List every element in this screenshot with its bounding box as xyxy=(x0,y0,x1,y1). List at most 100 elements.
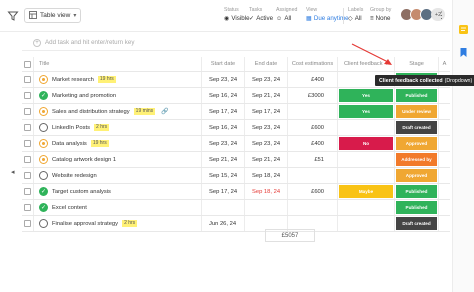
table-row[interactable]: Website redesign Sep 15, 24 Sep 18, 24 Appr… xyxy=(22,168,450,184)
stage-pill: Draft created xyxy=(396,217,437,230)
start-date: Sep 16, 24 xyxy=(209,92,238,99)
task-title[interactable]: Marketing and promotion xyxy=(52,93,116,99)
status-todo-icon[interactable] xyxy=(39,219,48,228)
table-row[interactable]: ✓ Marketing and promotion Sep 16, 24 Sep 21… xyxy=(22,88,450,104)
more-options-icon[interactable]: ⋮ xyxy=(437,10,446,21)
toolbar: Table view ▾ Status ◉ Visible Tasks ✓ Acti… xyxy=(0,0,450,32)
tasks-filter-value: Active xyxy=(256,15,274,22)
status-done-icon[interactable]: ✓ xyxy=(39,187,48,196)
notes-icon[interactable] xyxy=(458,24,469,35)
cost-value: £600 xyxy=(311,124,324,131)
stage-pill: Approved xyxy=(396,169,437,182)
start-date: Sep 16, 24 xyxy=(209,124,238,131)
table-row[interactable]: Finalise approval strategy 2 hrs Jun 26, 2… xyxy=(22,216,450,232)
time-badge: 2 hrs xyxy=(94,124,110,131)
task-title[interactable]: Target custom analysis xyxy=(52,189,111,195)
status-done-icon[interactable]: ✓ xyxy=(39,203,48,212)
check-icon: ✓ xyxy=(249,15,255,22)
row-checkbox[interactable] xyxy=(24,140,31,147)
table-row[interactable]: Sales and distribution strategy 19 mins 🔗 S… xyxy=(22,104,450,120)
end-date: Sep 18, 24 xyxy=(252,172,281,179)
row-checkbox[interactable] xyxy=(24,156,31,163)
cost-value: £51 xyxy=(314,156,324,163)
row-checkbox[interactable] xyxy=(24,204,31,211)
right-rail xyxy=(452,0,474,292)
status-progress-icon[interactable] xyxy=(39,75,48,84)
stage-pill: Published xyxy=(396,185,437,198)
labels-filter-value: All xyxy=(354,15,362,22)
time-badge: 19 mins xyxy=(133,108,156,115)
bookmark-icon[interactable] xyxy=(458,47,469,58)
table-row[interactable]: Data analysis 19 hrs Sep 23, 24 Sep 23, 24 £… xyxy=(22,136,450,152)
row-checkbox[interactable] xyxy=(24,108,31,115)
task-title[interactable]: Sales and distribution strategy xyxy=(52,109,130,115)
column-header-extra[interactable]: A xyxy=(438,57,450,71)
status-done-icon[interactable]: ✓ xyxy=(39,91,48,100)
status-filter[interactable]: Status ◉ Visible xyxy=(224,7,250,23)
table-row[interactable]: ✓ Target custom analysis Sep 17, 24 Sep 18,… xyxy=(22,184,450,200)
start-date: Sep 17, 24 xyxy=(209,188,238,195)
tag-icon: ◇ xyxy=(348,15,353,22)
collapse-panel-icon[interactable]: ◂ xyxy=(11,168,15,176)
eye-icon: ◉ xyxy=(224,15,230,22)
assigned-filter[interactable]: Assigned ☺ All xyxy=(276,7,297,23)
tasks-filter[interactable]: Tasks ✓ Active xyxy=(249,7,273,23)
tooltip-title: Client feedback collected xyxy=(379,77,443,84)
end-date: Sep 21, 24 xyxy=(252,92,281,99)
add-task-input[interactable]: Add task and hit enter/return key xyxy=(45,39,134,46)
end-date: Sep 18, 24 xyxy=(252,188,281,195)
groupby-filter[interactable]: Group by ≡ None xyxy=(370,7,391,23)
status-progress-icon[interactable] xyxy=(39,139,48,148)
feedback-pill: Yes xyxy=(339,89,393,102)
cost-value: £400 xyxy=(311,76,324,83)
group-icon: ≡ xyxy=(370,15,374,22)
table-row[interactable]: LinkedIn Posts 2 hrs Sep 16, 24 Sep 23, 24 £… xyxy=(22,120,450,136)
table-row[interactable]: Catalog artwork design 1 Sep 21, 24 Sep 21… xyxy=(22,152,450,168)
row-checkbox[interactable] xyxy=(24,76,31,83)
status-progress-icon[interactable] xyxy=(39,155,48,164)
row-checkbox[interactable] xyxy=(24,92,31,99)
cost-value: £600 xyxy=(311,188,324,195)
row-checkbox[interactable] xyxy=(24,172,31,179)
row-checkbox[interactable] xyxy=(24,188,31,195)
assigned-filter-value: All xyxy=(284,15,292,22)
task-title[interactable]: Data analysis xyxy=(52,141,87,147)
status-todo-icon[interactable] xyxy=(39,171,48,180)
annotation-arrow-icon xyxy=(351,43,392,65)
row-checkbox[interactable] xyxy=(24,124,31,131)
cost-total: £5057 xyxy=(265,229,315,242)
column-header-start-date[interactable]: Start date xyxy=(201,57,244,71)
tooltip-type: (Dropdown) xyxy=(444,77,473,84)
task-title[interactable]: Website redesign xyxy=(52,173,97,179)
row-checkbox[interactable] xyxy=(24,220,31,227)
column-header-stage[interactable]: Stage xyxy=(394,57,438,71)
tasks-filter-label: Tasks xyxy=(249,7,263,13)
column-header-title[interactable]: Title xyxy=(33,57,201,71)
table-row[interactable]: ✓ Excel content Published xyxy=(22,200,450,216)
filter-icon[interactable] xyxy=(7,10,19,22)
start-date: Jun 26, 24 xyxy=(209,220,237,227)
task-title[interactable]: Market research xyxy=(52,77,94,83)
due-filter-label: View xyxy=(306,7,318,13)
view-selector[interactable]: Table view ▾ xyxy=(24,8,82,23)
groupby-filter-value: None xyxy=(375,15,391,22)
select-all-checkbox[interactable] xyxy=(24,60,31,68)
end-date: Sep 23, 24 xyxy=(252,140,281,147)
column-tooltip: Client feedback collected (Dropdown) xyxy=(375,75,474,86)
task-title[interactable]: Finalise approval strategy xyxy=(52,221,118,227)
status-todo-icon[interactable] xyxy=(39,123,48,132)
stage-pill: Under review xyxy=(396,105,437,118)
status-progress-icon[interactable] xyxy=(39,107,48,116)
task-title[interactable]: Catalog artwork design 1 xyxy=(52,157,116,163)
column-header-end-date[interactable]: End date xyxy=(244,57,287,71)
column-header-cost[interactable]: Cost estimations xyxy=(287,57,337,71)
start-date: Sep 15, 24 xyxy=(209,172,238,179)
task-title[interactable]: LinkedIn Posts xyxy=(52,125,90,131)
labels-filter[interactable]: Labels ◇ All xyxy=(348,7,363,23)
stage-pill: Addressed by xyxy=(396,153,437,166)
cost-value: £400 xyxy=(311,140,324,147)
start-date: Sep 21, 24 xyxy=(209,156,238,163)
attachment-icon[interactable]: 🔗 xyxy=(161,108,168,115)
task-title[interactable]: Excel content xyxy=(52,205,87,211)
feedback-pill: No xyxy=(339,137,393,150)
